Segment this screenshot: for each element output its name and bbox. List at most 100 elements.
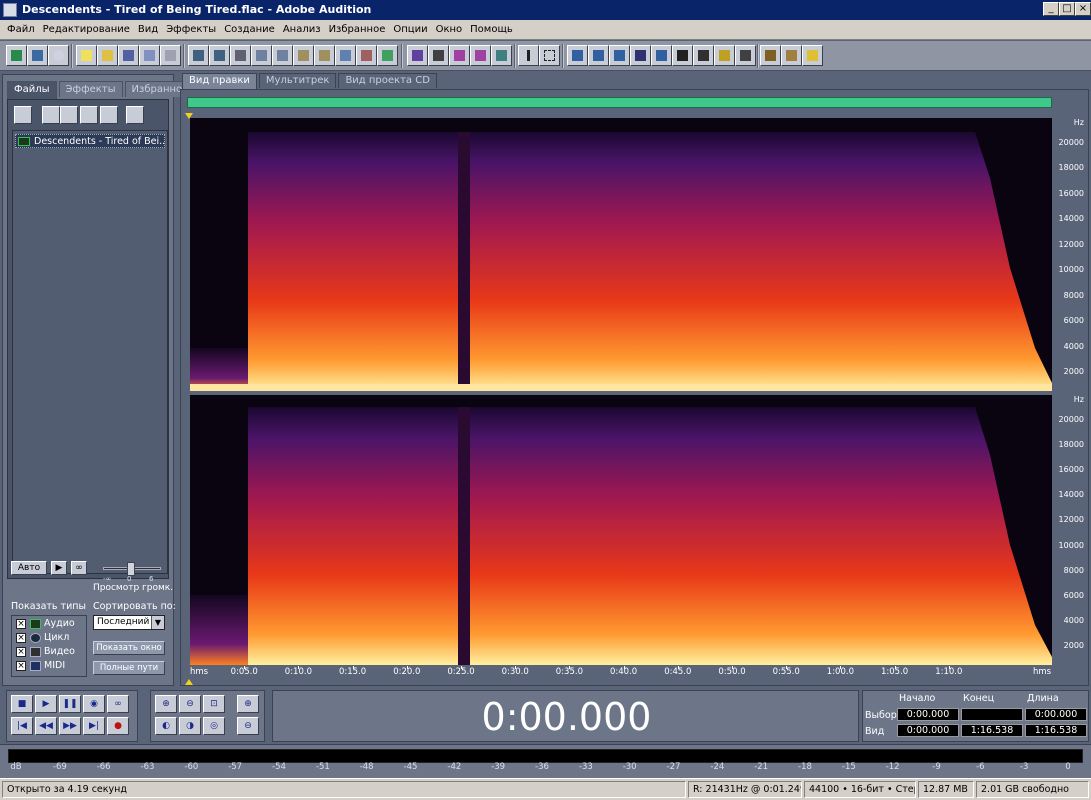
redo-icon[interactable]	[209, 45, 230, 66]
view-begin-field[interactable]: 0:00.000	[897, 724, 959, 737]
menu-generate[interactable]: Создание	[220, 24, 279, 35]
record-button[interactable]: ●	[107, 717, 129, 735]
zoom-full-icon[interactable]: ⊡	[203, 695, 225, 713]
pause-button[interactable]: ❚❚	[59, 695, 81, 713]
cut-icon[interactable]	[230, 45, 251, 66]
save-icon[interactable]	[118, 45, 139, 66]
app-icon[interactable]	[3, 3, 17, 17]
show-window-button[interactable]: Показать окно	[93, 641, 165, 655]
rewind-button[interactable]: ◀◀	[35, 717, 57, 735]
tab-files[interactable]: Файлы	[7, 81, 57, 99]
zoom-window-icon[interactable]	[651, 45, 672, 66]
type-audio[interactable]: × Аудио	[16, 618, 75, 630]
menu-favorites[interactable]: Избранное	[325, 24, 390, 35]
zoom-selection-icon[interactable]: ◎	[203, 717, 225, 735]
midi-checkbox[interactable]: ×	[16, 661, 26, 671]
multitrack-icon[interactable]	[27, 45, 48, 66]
options-icon[interactable]	[126, 106, 144, 124]
menu-file[interactable]: Файл	[3, 24, 39, 35]
trim-icon[interactable]	[356, 45, 377, 66]
time-window-icon[interactable]	[672, 45, 693, 66]
audio-checkbox[interactable]: ×	[16, 619, 26, 629]
tab-multitrack-view[interactable]: Мультитрек	[258, 73, 337, 88]
undo-icon[interactable]	[188, 45, 209, 66]
window-3-icon[interactable]	[609, 45, 630, 66]
copy-icon[interactable]	[251, 45, 272, 66]
zoom-in-vertical-icon[interactable]: ⊕	[237, 695, 259, 713]
play-preview-button[interactable]: ▶	[51, 561, 67, 575]
settings-icon[interactable]	[760, 45, 781, 66]
spectrogram-right-channel[interactable]	[190, 395, 1052, 665]
window-1-icon[interactable]	[567, 45, 588, 66]
video-checkbox[interactable]: ×	[16, 647, 26, 657]
list-item[interactable]: Descendents - Tired of Bei...	[15, 134, 165, 148]
waveform-view-icon[interactable]	[407, 45, 428, 66]
time-ruler[interactable]: hms hms 0:05.0 0:10.0 0:15.0 0:20.0 0:25.0 0:30…	[190, 666, 1052, 680]
selection-length-field[interactable]: 0:00.000	[1025, 708, 1087, 721]
pan-view-icon[interactable]	[449, 45, 470, 66]
type-midi[interactable]: × MIDI	[16, 660, 65, 672]
menu-view[interactable]: Вид	[134, 24, 162, 35]
save-as-icon[interactable]	[139, 45, 160, 66]
loop-button[interactable]: ∞	[107, 695, 129, 713]
full-paths-button[interactable]: Полные пути	[93, 661, 165, 675]
tab-edit-view[interactable]: Вид правки	[182, 73, 257, 90]
menu-effects[interactable]: Эффекты	[162, 24, 220, 35]
close-button[interactable]: ×	[1075, 2, 1091, 16]
spectrogram-left-channel[interactable]	[190, 118, 1052, 391]
sort-by-select[interactable]: Последний до ▼	[93, 615, 165, 630]
maximize-button[interactable]: □	[1059, 2, 1075, 16]
cd-view-icon[interactable]	[48, 45, 69, 66]
minimize-button[interactable]: _	[1043, 2, 1059, 16]
open-file-icon[interactable]	[14, 106, 32, 124]
close-file-icon[interactable]	[80, 106, 98, 124]
zoom-right-icon[interactable]: ◑	[179, 717, 201, 735]
tab-cd-project-view[interactable]: Вид проекта CD	[338, 73, 437, 88]
play-button[interactable]: ▶	[35, 695, 57, 713]
type-loop[interactable]: × Цикл	[16, 632, 69, 644]
selection-end-field[interactable]	[961, 708, 1023, 721]
new-file-icon[interactable]	[76, 45, 97, 66]
menu-options[interactable]: Опции	[389, 24, 431, 35]
level-meter-icon[interactable]	[693, 45, 714, 66]
play-to-end-button[interactable]: ◉	[83, 695, 105, 713]
zoom-in-icon[interactable]: ⊕	[155, 695, 177, 713]
zoom-out-vertical-icon[interactable]: ⊖	[237, 717, 259, 735]
loop-checkbox[interactable]: ×	[16, 633, 26, 643]
close-file-icon[interactable]	[160, 45, 181, 66]
zoom-out-icon[interactable]: ⊖	[179, 695, 201, 713]
tab-effects[interactable]: Эффекты	[58, 81, 123, 97]
view-length-field[interactable]: 1:16.538	[1025, 724, 1087, 737]
go-to-start-button[interactable]: |◀	[11, 717, 33, 735]
tools-icon[interactable]	[781, 45, 802, 66]
insert-multitrack-icon[interactable]	[60, 106, 78, 124]
selection-window-icon[interactable]	[714, 45, 735, 66]
copy-new-icon[interactable]	[272, 45, 293, 66]
window-2-icon[interactable]	[588, 45, 609, 66]
start-marker-bottom[interactable]	[185, 679, 193, 685]
menu-help[interactable]: Помощь	[466, 24, 517, 35]
help-icon[interactable]	[802, 45, 823, 66]
zoom-left-icon[interactable]: ◐	[155, 717, 177, 735]
import-icon[interactable]	[42, 106, 60, 124]
paste-new-icon[interactable]	[314, 45, 335, 66]
fast-forward-button[interactable]: ▶▶	[59, 717, 81, 735]
stop-button[interactable]: ■	[11, 695, 33, 713]
mixer-window-icon[interactable]	[735, 45, 756, 66]
spectral-view-icon[interactable]	[428, 45, 449, 66]
open-file-icon[interactable]	[97, 45, 118, 66]
level-meter-bar[interactable]	[8, 749, 1083, 763]
time-selection-icon[interactable]	[518, 45, 539, 66]
selection-begin-field[interactable]: 0:00.000	[897, 708, 959, 721]
loop-preview-button[interactable]: ∞	[71, 561, 87, 575]
menu-window[interactable]: Окно	[432, 24, 467, 35]
go-to-end-button[interactable]: ▶|	[83, 717, 105, 735]
convert-icon[interactable]	[377, 45, 398, 66]
transport-window-icon[interactable]	[630, 45, 651, 66]
preview-volume-slider[interactable]	[103, 562, 161, 576]
paste-icon[interactable]	[293, 45, 314, 66]
menu-edit[interactable]: Редактирование	[39, 24, 134, 35]
view-end-field[interactable]: 1:16.538	[961, 724, 1023, 737]
auto-play-button[interactable]: Авто	[11, 561, 47, 575]
slider-thumb[interactable]	[127, 562, 135, 576]
